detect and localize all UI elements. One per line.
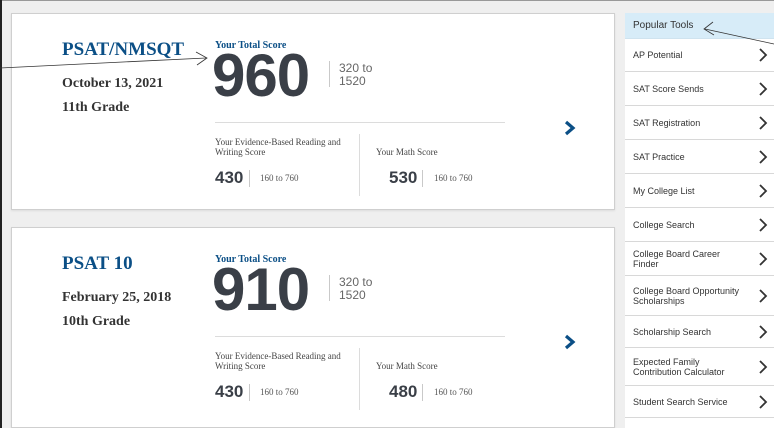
sidebar-item-label: SAT Practice xyxy=(633,151,685,162)
chevron-right-icon xyxy=(758,115,768,130)
total-range-line-2: 1520 xyxy=(339,288,366,302)
chevron-right-icon xyxy=(758,149,768,164)
ebrw-score-range: 160 to 760 xyxy=(260,173,299,183)
sidebar-item-label: Expected Family Contribution Calculator xyxy=(633,356,725,377)
ebrw-score-label: Your Evidence-Based Reading and Writing … xyxy=(215,137,341,157)
total-score-value: 910 xyxy=(212,256,310,323)
ebrw-score-separator xyxy=(249,384,250,401)
frame-left-line xyxy=(0,0,2,428)
total-score-separator xyxy=(329,61,330,87)
sidebar-item-student-search-service[interactable]: Student Search Service xyxy=(625,386,774,418)
ebrw-score-value: 430 xyxy=(215,168,244,187)
sidebar-item-sat-practice[interactable]: SAT Practice xyxy=(625,140,774,174)
chevron-right-icon xyxy=(758,394,768,409)
chevron-right-icon xyxy=(758,48,768,62)
sidebar-item-sat-registration[interactable]: SAT Registration xyxy=(625,106,774,140)
ebrw-score-range: 160 to 760 xyxy=(260,387,299,397)
sidebar-item-my-college-list[interactable]: My College List xyxy=(625,174,774,208)
total-score-range: 320 to 1520 xyxy=(339,276,372,302)
total-score-range: 320 to 1520 xyxy=(339,62,372,88)
chevron-right-icon[interactable] xyxy=(562,334,578,350)
math-score-label: Your Math Score xyxy=(376,147,438,157)
math-score-range: 160 to 760 xyxy=(434,173,473,183)
chevron-right-icon xyxy=(758,359,768,374)
sidebar-item-label: College Board Opportunity Scholarships xyxy=(633,285,740,306)
math-score-separator xyxy=(422,384,423,401)
chevron-right-icon xyxy=(758,324,768,339)
chevron-right-icon xyxy=(758,217,768,232)
exam-name: PSAT/NMSQT xyxy=(62,39,185,60)
exam-date: October 13, 2021 xyxy=(62,76,164,91)
ebrw-score-label: Your Evidence-Based Reading and Writing … xyxy=(215,351,341,371)
math-score-label: Your Math Score xyxy=(376,361,438,371)
sidebar-item-scholarship-search[interactable]: Scholarship Search xyxy=(625,316,774,348)
exam-grade: 11th Grade xyxy=(62,100,130,115)
math-score-separator xyxy=(422,170,423,187)
section-divider xyxy=(215,336,505,337)
sidebar-item-sat-score-sends[interactable]: SAT Score Sends xyxy=(625,72,774,106)
sidebar-item-label: SAT Score Sends xyxy=(633,83,704,94)
sidebar-item-career-finder[interactable]: College Board Career Finder xyxy=(625,242,774,276)
sidebar-item-efc-calculator[interactable]: Expected Family Contribution Calculator xyxy=(625,348,774,386)
exam-name: PSAT 10 xyxy=(62,253,133,274)
popular-tools-sidebar: Popular Tools AP Potential SAT Score Sen… xyxy=(625,13,774,428)
total-score-separator xyxy=(329,275,330,301)
sidebar-item-college-search[interactable]: College Search xyxy=(625,208,774,242)
chevron-right-icon xyxy=(758,183,768,198)
score-card-psat-nmsqt[interactable]: PSAT/NMSQT October 13, 2021 11th Grade Y… xyxy=(11,13,615,210)
chevron-right-icon[interactable] xyxy=(562,120,578,136)
sidebar-item-label: Student Search Service xyxy=(633,396,728,407)
sidebar-item-label: AP Potential xyxy=(633,50,683,60)
chevron-right-icon xyxy=(758,288,768,303)
math-score-value: 530 xyxy=(389,168,418,187)
sidebar-item-label: Scholarship Search xyxy=(633,326,712,337)
sidebar-item-label: College Search xyxy=(633,219,695,230)
chevron-right-icon xyxy=(758,251,768,266)
sidebar-item-label: My College List xyxy=(633,185,695,196)
ebrw-score-separator xyxy=(249,170,250,187)
exam-date: February 25, 2018 xyxy=(62,290,172,305)
sidebar-title: Popular Tools xyxy=(625,13,774,39)
frame-top-line xyxy=(0,0,774,1)
section-divider xyxy=(215,122,505,123)
sidebar-item-label: SAT Registration xyxy=(633,117,701,128)
total-score-value: 960 xyxy=(212,42,310,109)
math-score-value: 480 xyxy=(389,382,418,401)
chevron-right-icon xyxy=(758,81,768,96)
ebrw-score-value: 430 xyxy=(215,382,244,401)
exam-grade: 10th Grade xyxy=(62,314,131,329)
math-score-range: 160 to 760 xyxy=(434,387,473,397)
score-card-psat-10[interactable]: PSAT 10 February 25, 2018 10th Grade You… xyxy=(11,227,615,428)
sidebar-item-label: College Board Career Finder xyxy=(633,248,721,269)
total-range-line-2: 1520 xyxy=(339,74,366,88)
sidebar-item-ap-potential[interactable]: AP Potential xyxy=(625,39,774,72)
sidebar-item-opportunity-scholarships[interactable]: College Board Opportunity Scholarships xyxy=(625,276,774,316)
